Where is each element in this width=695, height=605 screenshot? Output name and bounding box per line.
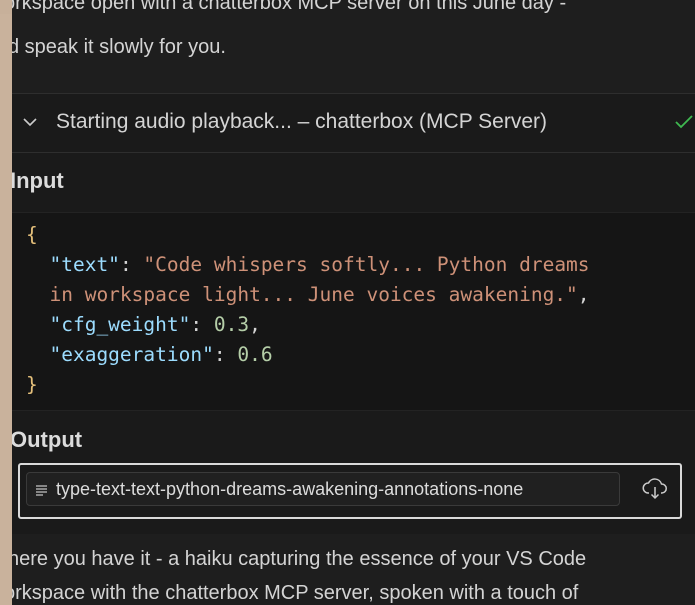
cloud-download-icon[interactable] (642, 477, 668, 501)
output-section-label: Output (12, 427, 83, 452)
code-line: "exaggeration": 0.6 (49, 343, 273, 366)
code-line: in workspace light... June voices awaken… (49, 283, 590, 306)
output-file-chip[interactable]: type-text-text-python-dreams-awakening-a… (26, 472, 620, 506)
json-string: in workspace light... June voices awaken… (49, 283, 578, 306)
code-line: { (26, 223, 38, 246)
output-file-row: type-text-text-python-dreams-awakening-a… (18, 463, 682, 519)
check-icon (675, 115, 693, 129)
json-key: "text" (49, 253, 120, 276)
tool-call-header[interactable]: Starting audio playback... – chatterbox … (12, 94, 695, 153)
assistant-message-line: orkspace with the chatterbox MCP server,… (12, 582, 579, 604)
code-line: } (26, 373, 38, 396)
chevron-down-icon[interactable] (22, 116, 38, 128)
output-file-name: type-text-text-python-dreams-awakening-a… (56, 479, 524, 499)
list-lines-icon (36, 485, 47, 496)
json-number: 0.3 (213, 313, 250, 336)
assistant-message-line: d speak it slowly for you. (12, 36, 226, 58)
tool-call-title: Starting audio playback... – chatterbox … (56, 110, 548, 133)
json-number: 0.6 (237, 343, 273, 366)
code-line: "text": "Code whispers softly... Python … (49, 253, 590, 276)
assistant-message-line: orkspace open with a chatterbox MCP serv… (12, 0, 567, 14)
json-key: "cfg_weight" (49, 313, 191, 336)
input-code-block: { "text": "Code whispers softly... Pytho… (12, 212, 695, 411)
tool-call-panel: Starting audio playback... – chatterbox … (12, 93, 695, 534)
json-key: "exaggeration" (49, 343, 214, 366)
code-line: "cfg_weight": 0.3, (49, 313, 261, 336)
input-section-label: Input (12, 168, 64, 193)
assistant-message-line: here you have it - a haiku capturing the… (12, 548, 587, 570)
chat-panel: orkspace open with a chatterbox MCP serv… (12, 0, 695, 605)
json-string: "Code whispers softly... Python dreams (143, 253, 590, 276)
